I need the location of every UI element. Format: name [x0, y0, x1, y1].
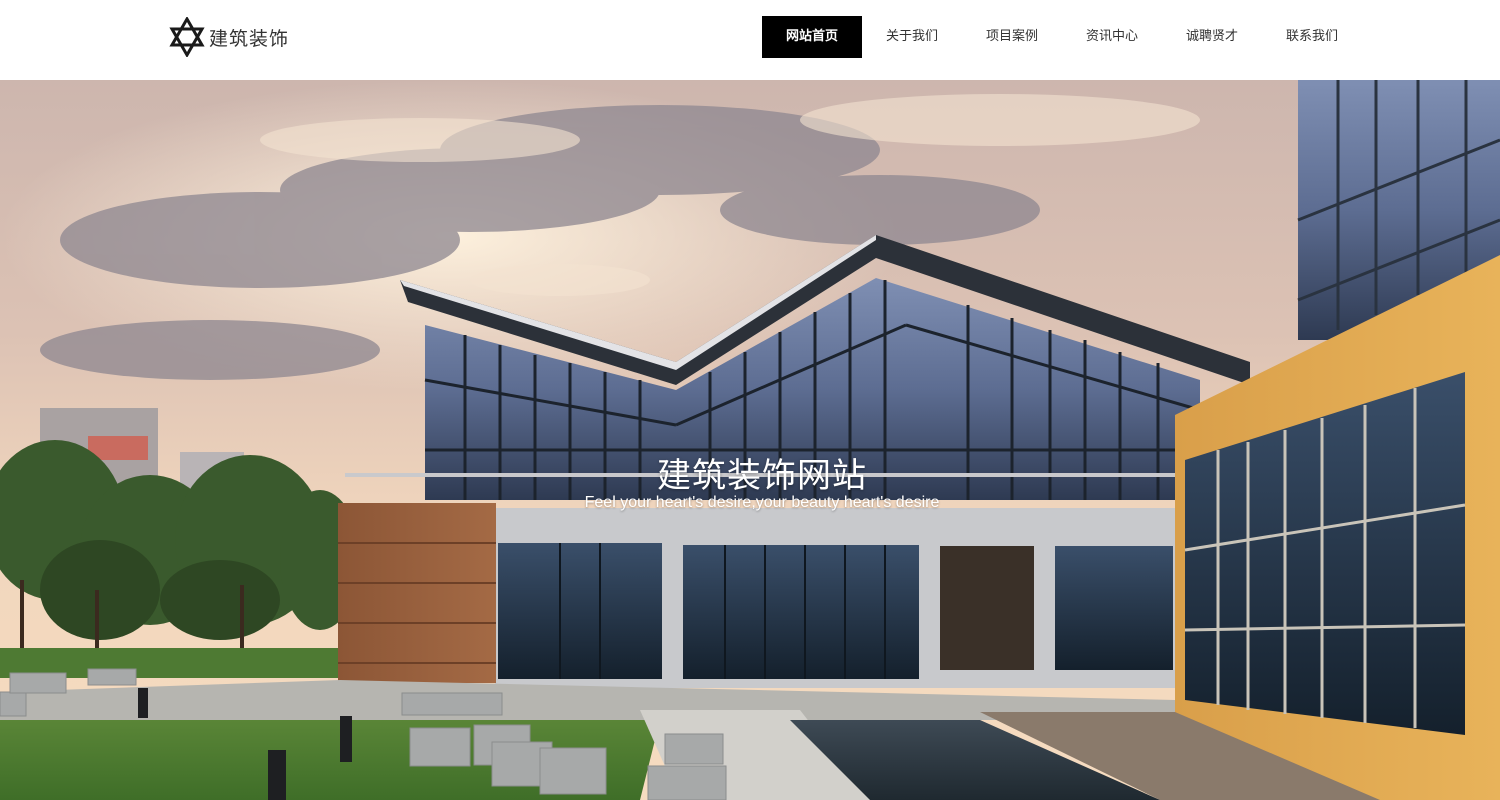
nav-item-contact[interactable]: 联系我们: [1262, 16, 1362, 58]
nav-item-projects[interactable]: 项目案例: [962, 16, 1062, 58]
hero-banner: 建筑装饰网站 Feel your heart's desire,your bea…: [0, 80, 1500, 800]
site-header: 建筑装饰 网站首页 关于我们 项目案例 资讯中心 诚聘贤才 联系我们: [0, 0, 1500, 80]
nav-item-careers[interactable]: 诚聘贤才: [1162, 16, 1262, 58]
hero-title: 建筑装饰网站: [657, 456, 867, 496]
star-of-david-icon: [169, 17, 205, 57]
logo-text: 建筑装饰: [209, 27, 290, 50]
nav-item-news[interactable]: 资讯中心: [1062, 16, 1162, 58]
nav-item-about[interactable]: 关于我们: [862, 16, 962, 58]
main-nav: 网站首页 关于我们 项目案例 资讯中心 诚聘贤才 联系我们: [762, 16, 1362, 58]
hero-background-image: [0, 80, 1500, 800]
site-logo[interactable]: 建筑装饰: [169, 17, 289, 57]
nav-item-home[interactable]: 网站首页: [762, 16, 862, 58]
hero-subtitle: Feel your heart's desire,your beauty hea…: [584, 494, 940, 511]
